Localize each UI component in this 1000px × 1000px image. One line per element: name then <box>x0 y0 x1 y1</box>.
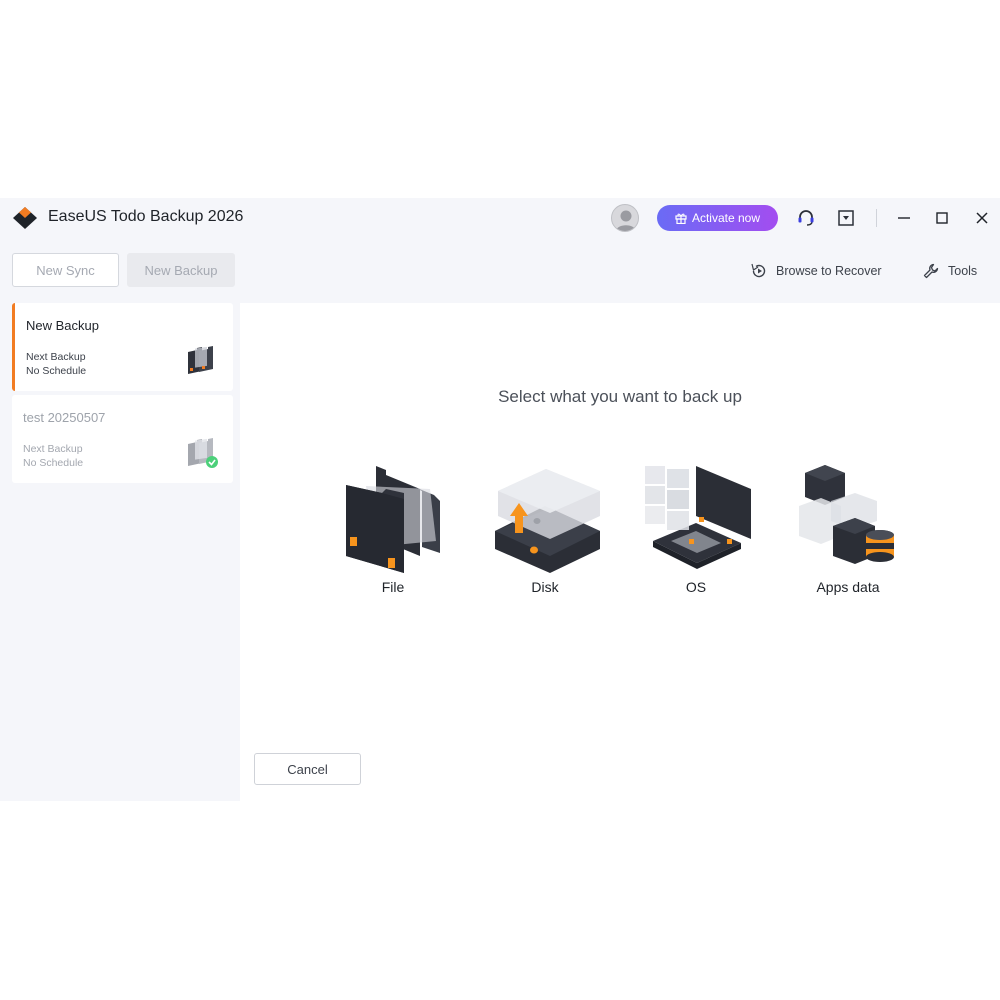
app-title: EaseUS Todo Backup 2026 <box>48 208 244 225</box>
folder-icon <box>346 466 440 573</box>
user-icon <box>615 210 637 231</box>
backup-task-title: New Backup <box>26 318 99 333</box>
recover-icon <box>751 263 766 278</box>
minimize-button[interactable] <box>894 208 914 228</box>
easeus-logo-icon <box>13 207 37 229</box>
backup-task-card[interactable]: New Backup Next Backup No Schedule <box>12 303 233 391</box>
backup-option-apps-data[interactable]: Apps data <box>788 461 908 601</box>
browse-to-recover-label: Browse to Recover <box>776 264 882 278</box>
option-label: File <box>381 579 405 595</box>
backup-option-os[interactable]: OS <box>636 461 756 601</box>
tools-button[interactable]: Tools <box>922 262 977 280</box>
headset-icon <box>798 210 814 226</box>
wrench-icon <box>923 263 939 279</box>
app-window: EaseUS Todo Backup 2026 Activate now New… <box>0 198 1000 801</box>
next-backup-label: Next Backup <box>26 351 86 363</box>
backup-option-file[interactable]: File <box>333 461 453 601</box>
menu-dropdown-button[interactable] <box>836 208 856 228</box>
os-icon <box>645 466 751 569</box>
browse-to-recover-button[interactable]: Browse to Recover <box>750 262 882 280</box>
activate-now-label: Activate now <box>691 211 761 225</box>
schedule-value: No Schedule <box>26 365 87 377</box>
titlebar-divider <box>876 209 877 227</box>
close-icon <box>976 212 988 224</box>
backup-option-disk[interactable]: Disk <box>485 461 605 601</box>
tools-label: Tools <box>948 264 978 278</box>
schedule-value: No Schedule <box>23 457 84 469</box>
activate-now-button[interactable]: Activate now <box>657 205 778 231</box>
option-label: Apps data <box>816 579 880 595</box>
success-check-icon <box>206 456 218 468</box>
backup-folder-icon <box>188 438 218 468</box>
dropdown-menu-icon <box>838 210 854 226</box>
backup-folder-icon <box>188 346 213 374</box>
apps-data-icon <box>799 465 894 564</box>
maximize-icon <box>936 212 948 224</box>
cancel-button[interactable]: Cancel <box>254 753 361 785</box>
backup-task-card[interactable]: test 20250507 Next Backup No Schedule <box>12 395 233 483</box>
page-title: Select what you want to back up <box>498 387 742 406</box>
maximize-button[interactable] <box>932 208 952 228</box>
disk-icon <box>495 469 600 573</box>
support-button[interactable] <box>796 208 816 228</box>
title-bar: EaseUS Todo Backup 2026 Activate now <box>0 198 1000 238</box>
new-sync-button[interactable]: New Sync <box>12 253 119 287</box>
main-panel: Select what you want to back up File Dis… <box>240 303 1000 801</box>
user-avatar[interactable] <box>611 204 639 232</box>
new-backup-button[interactable]: New Backup <box>127 253 235 287</box>
gift-icon <box>675 213 687 224</box>
option-label: Disk <box>531 579 559 595</box>
backup-task-title: test 20250507 <box>23 410 106 425</box>
option-label: OS <box>685 579 707 595</box>
next-backup-label: Next Backup <box>23 443 83 455</box>
minimize-icon <box>898 217 910 219</box>
close-button[interactable] <box>972 208 992 228</box>
